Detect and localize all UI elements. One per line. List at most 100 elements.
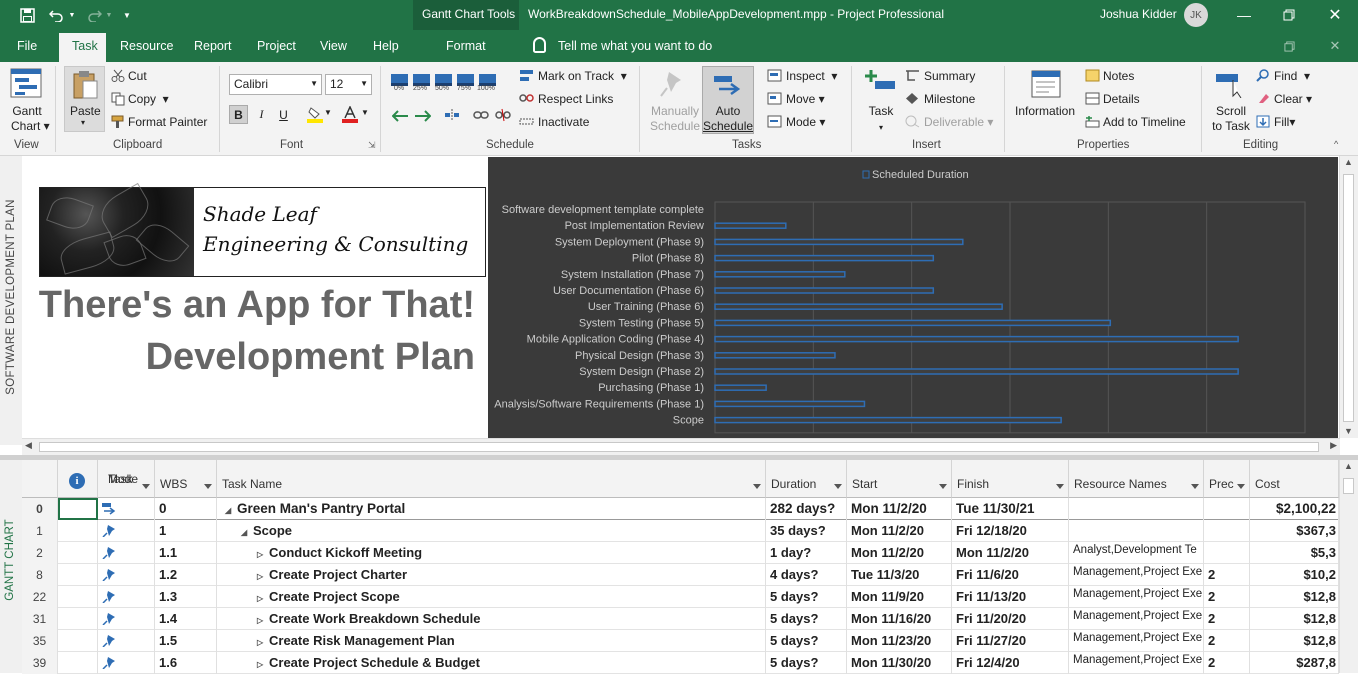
table-row[interactable]: 39 1.6 ▷ Create Project Schedule & Budget 5 … (22, 652, 1339, 674)
mode-button[interactable]: Mode ▾ (786, 115, 825, 129)
cell-finish[interactable]: Fri 12/4/20 (952, 652, 1069, 674)
avatar[interactable]: JK (1184, 3, 1208, 27)
cell-id[interactable]: 35 (22, 630, 58, 652)
split-task-icon[interactable] (444, 108, 459, 121)
cell-cost[interactable]: $367,3 (1250, 520, 1339, 542)
cell-duration[interactable]: 5 days? (766, 608, 847, 630)
filter-arrow-icon[interactable] (1191, 484, 1199, 489)
cell-mode[interactable] (98, 520, 155, 542)
tab-project[interactable]: Project (257, 39, 296, 53)
cell-cost[interactable]: $12,8 (1250, 608, 1339, 630)
table-row[interactable]: 2 1.1 ▷ Conduct Kickoff Meeting 1 day? Mon 11… (22, 542, 1339, 564)
cell-mode[interactable] (98, 608, 155, 630)
cell-resources[interactable]: Management,Project Exe (1069, 630, 1204, 652)
cell-duration[interactable]: 5 days? (766, 652, 847, 674)
cell-finish[interactable]: Fri 11/6/20 (952, 564, 1069, 586)
cell-pred[interactable]: 2 (1204, 652, 1250, 674)
header-wbs[interactable]: WBS (155, 460, 217, 498)
underline-button[interactable]: U (274, 105, 293, 124)
information-button[interactable]: Information (1015, 104, 1075, 118)
cell-name[interactable]: ◢ Green Man's Pantry Portal (217, 498, 766, 520)
cell-wbs[interactable]: 1.4 (155, 608, 217, 630)
table-row[interactable]: 31 1.4 ▷ Create Work Breakdown Schedule 5 da… (22, 608, 1339, 630)
filter-arrow-icon[interactable] (1056, 484, 1064, 489)
user-name[interactable]: Joshua Kidder (1100, 7, 1177, 21)
cell-cost[interactable]: $5,3 (1250, 542, 1339, 564)
cell-finish[interactable]: Fri 11/27/20 (952, 630, 1069, 652)
table-row[interactable]: 35 1.5 ▷ Create Risk Management Plan 5 days?… (22, 630, 1339, 652)
cell-cost[interactable]: $287,8 (1250, 652, 1339, 674)
table-row[interactable]: 22 1.3 ▷ Create Project Scope 5 days? Mon 11/… (22, 586, 1339, 608)
cell-name[interactable]: ▷ Create Project Schedule & Budget (217, 652, 766, 674)
cell-mode[interactable] (98, 630, 155, 652)
duration-bar[interactable] (714, 303, 1003, 310)
cell-id[interactable]: 1 (22, 520, 58, 542)
tab-task[interactable]: Task (59, 33, 106, 62)
ribbon-close-icon[interactable]: ✕ (1325, 36, 1345, 56)
italic-button[interactable]: I (252, 105, 271, 124)
scroll-thumb[interactable] (1343, 174, 1354, 422)
redo-icon[interactable] (85, 5, 103, 25)
cell-duration[interactable]: 282 days? (766, 498, 847, 520)
copy-button[interactable]: Copy ▾ (128, 92, 169, 106)
header-start[interactable]: Start (847, 460, 952, 498)
redo-dropdown-icon[interactable]: ▼ (105, 5, 113, 25)
cell-resources[interactable] (1069, 498, 1204, 520)
expand-icon[interactable]: ▷ (257, 588, 267, 608)
chevron-down-icon[interactable]: ▼ (324, 108, 332, 117)
scroll-up-icon[interactable]: ▲ (1344, 157, 1353, 167)
table-row[interactable]: 1 1 ◢ Scope 35 days? Mon 11/2/20 Fri 12/18/20 $… (22, 520, 1339, 542)
font-size-select[interactable]: 12 ▼ (325, 74, 372, 95)
scroll-left-icon[interactable]: ◀ (25, 440, 32, 451)
bold-button[interactable]: B (229, 105, 248, 124)
header-cost[interactable]: Cost (1250, 460, 1339, 498)
cell-id[interactable]: 22 (22, 586, 58, 608)
details-button[interactable]: Details (1103, 92, 1140, 106)
inspect-button[interactable]: Inspect ▾ (786, 69, 837, 83)
cell-start[interactable]: Mon 11/23/20 (847, 630, 952, 652)
tab-help[interactable]: Help (373, 39, 399, 53)
cell-resources[interactable]: Analyst,Development Te (1069, 542, 1204, 564)
collapse-icon[interactable]: ◢ (241, 522, 251, 542)
cell-wbs[interactable]: 1.3 (155, 586, 217, 608)
outdent-icon[interactable] (391, 110, 408, 123)
cell-start[interactable]: Mon 11/16/20 (847, 608, 952, 630)
cell-pred[interactable] (1204, 520, 1250, 542)
font-color-icon[interactable] (340, 105, 359, 124)
cell-name[interactable]: ▷ Create Risk Management Plan (217, 630, 766, 652)
cell-mode[interactable] (98, 652, 155, 674)
cell-wbs[interactable]: 1.6 (155, 652, 217, 674)
notes-button[interactable]: Notes (1103, 69, 1134, 83)
cell-wbs[interactable]: 0 (155, 498, 217, 520)
cell-name[interactable]: ▷ Create Work Breakdown Schedule (217, 608, 766, 630)
add-to-timeline-button[interactable]: Add to Timeline (1103, 115, 1186, 129)
duration-bar[interactable] (714, 335, 1239, 343)
cell-cost[interactable]: $2,100,22 (1250, 498, 1339, 520)
auto-schedule-button[interactable]: Auto Schedule (702, 66, 754, 134)
cell-resources[interactable]: Management,Project Exe (1069, 586, 1204, 608)
cell-pred[interactable]: 2 (1204, 608, 1250, 630)
cell-pred[interactable] (1204, 498, 1250, 520)
tab-resource[interactable]: Resource (120, 39, 174, 53)
clear-button[interactable]: Clear ▾ (1274, 92, 1312, 106)
duration-bar[interactable] (714, 352, 836, 359)
expand-icon[interactable]: ▷ (257, 654, 267, 674)
paste-button[interactable]: Paste ▾ (64, 66, 105, 132)
undo-icon[interactable] (47, 5, 65, 25)
cell-finish[interactable]: Fri 11/13/20 (952, 586, 1069, 608)
cell-id[interactable]: 0 (22, 498, 58, 520)
cell-pred[interactable]: 2 (1204, 564, 1250, 586)
cell-start[interactable]: Mon 11/30/20 (847, 652, 952, 674)
cell-start[interactable]: Mon 11/9/20 (847, 586, 952, 608)
duration-bar[interactable] (714, 271, 846, 278)
cell-wbs[interactable]: 1.5 (155, 630, 217, 652)
summary-button[interactable]: Summary (924, 69, 975, 83)
header-task-name[interactable]: Task Name (217, 460, 766, 498)
cell-name[interactable]: ▷ Create Project Scope (217, 586, 766, 608)
cell-finish[interactable]: Tue 11/30/21 (952, 498, 1069, 520)
respect-links-button[interactable]: Respect Links (538, 92, 613, 106)
cell-mode[interactable] (98, 586, 155, 608)
tab-report[interactable]: Report (194, 39, 232, 53)
save-icon[interactable] (18, 5, 36, 25)
cell-duration[interactable]: 35 days? (766, 520, 847, 542)
